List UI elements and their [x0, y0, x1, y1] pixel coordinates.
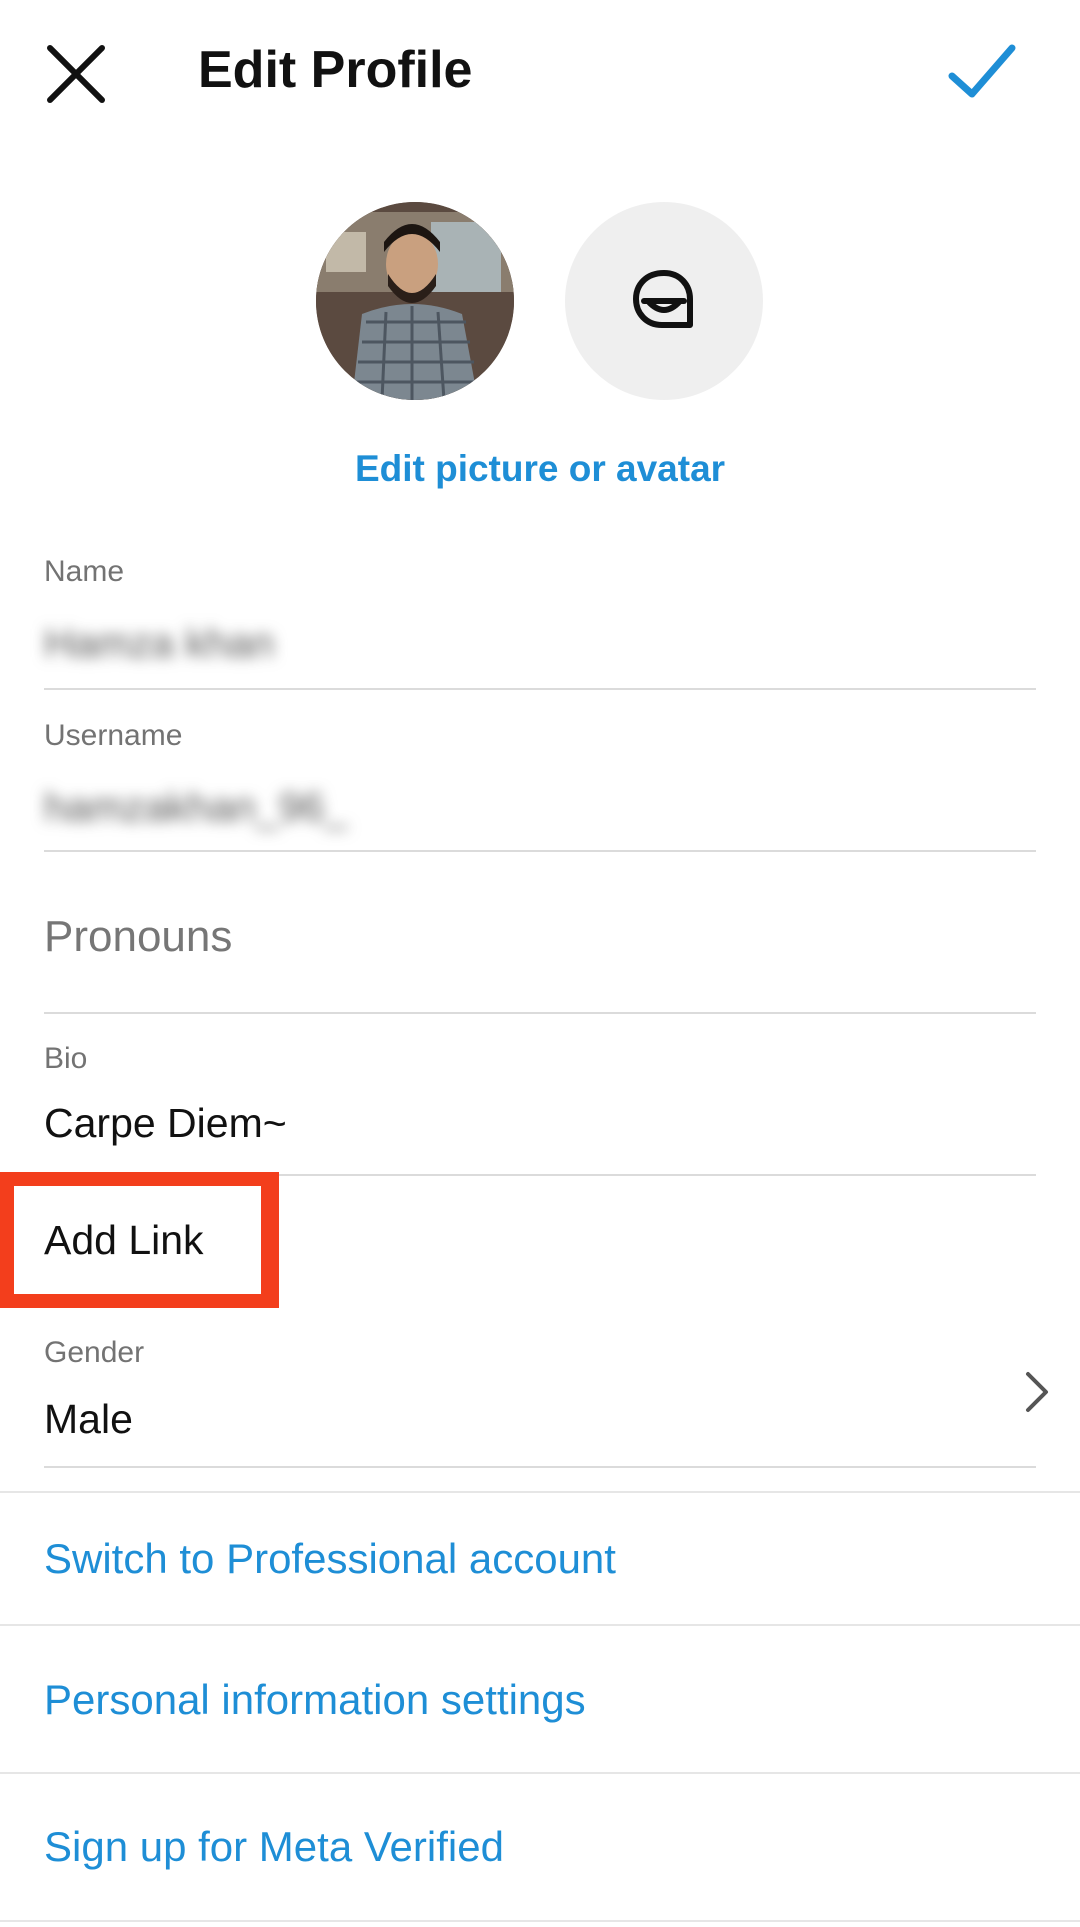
- bio-label: Bio: [44, 1042, 88, 1075]
- avatar-sticker-icon: [633, 270, 693, 328]
- avatar-button[interactable]: [565, 202, 763, 400]
- name-label: Name: [44, 555, 125, 588]
- profile-photo[interactable]: [316, 202, 514, 400]
- divider: [0, 1920, 1080, 1922]
- add-link-highlight: Add Link: [0, 1172, 279, 1308]
- username-field[interactable]: Username hamzakhan_96_: [44, 714, 1036, 852]
- page-title: Edit Profile: [198, 41, 473, 99]
- bio-field[interactable]: Bio Carpe Diem~: [44, 1038, 1036, 1176]
- pronouns-placeholder: Pronouns: [44, 912, 233, 961]
- edit-picture-link[interactable]: Edit picture or avatar: [0, 448, 1080, 490]
- name-value: Hamza khan: [44, 620, 275, 666]
- add-link-label[interactable]: Add Link: [44, 1217, 204, 1264]
- name-field[interactable]: Name Hamza khan: [44, 552, 1036, 690]
- checkmark-icon: [948, 44, 1016, 98]
- gender-label: Gender: [44, 1336, 145, 1369]
- pronouns-field[interactable]: Pronouns: [44, 876, 1036, 1014]
- close-icon: [47, 45, 105, 103]
- gender-value: Male: [44, 1396, 133, 1442]
- username-label: Username: [44, 719, 183, 752]
- close-button[interactable]: [38, 36, 114, 112]
- profile-photo-image: [316, 202, 514, 400]
- save-button[interactable]: [942, 36, 1022, 112]
- bio-value: Carpe Diem~: [44, 1100, 287, 1146]
- gender-field[interactable]: Gender Male: [44, 1330, 1036, 1468]
- header-bar: Edit Profile: [0, 0, 1080, 140]
- add-link-row[interactable]: Add Link: [14, 1186, 261, 1294]
- switch-professional-link[interactable]: Switch to Professional account: [44, 1535, 616, 1583]
- divider: [0, 1772, 1080, 1774]
- username-value: hamzakhan_96_: [44, 784, 348, 830]
- chevron-right-icon[interactable]: [1022, 1370, 1052, 1414]
- divider: [0, 1624, 1080, 1626]
- divider: [0, 1491, 1080, 1493]
- personal-info-link[interactable]: Personal information settings: [44, 1676, 586, 1724]
- meta-verified-link[interactable]: Sign up for Meta Verified: [44, 1823, 504, 1871]
